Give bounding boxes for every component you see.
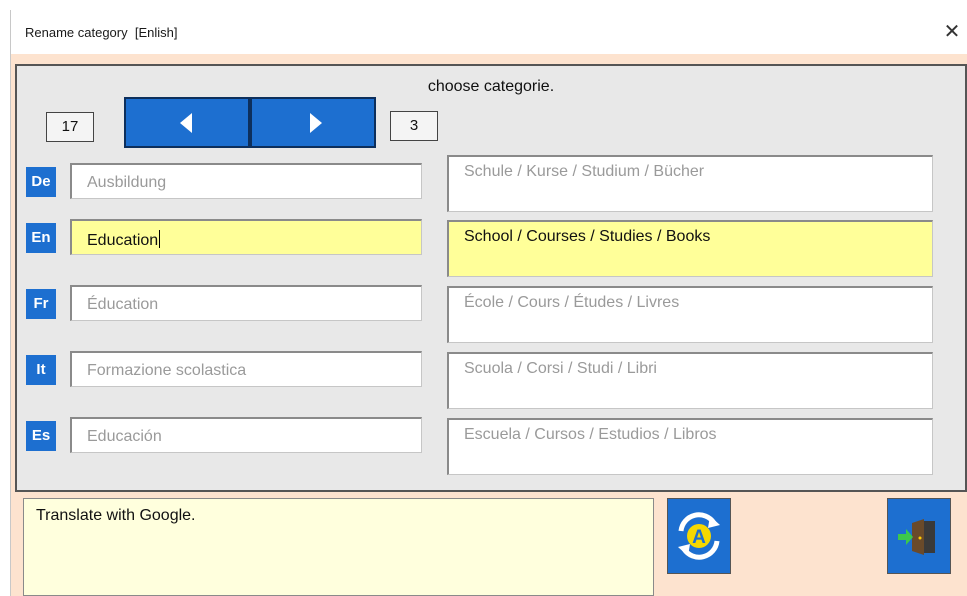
lang-label-es: Es: [26, 421, 56, 451]
status-message-box: Translate with Google.: [23, 498, 654, 596]
description-field-it[interactable]: Scuola / Corsi / Studi / Libri: [447, 352, 933, 409]
translate-google-button[interactable]: A: [667, 498, 731, 574]
lang-label-de: De: [26, 167, 56, 197]
close-button[interactable]: ✕: [937, 18, 967, 46]
name-field-fr[interactable]: Éducation: [70, 285, 422, 321]
previous-category-button[interactable]: [124, 97, 250, 148]
description-field-es[interactable]: Escuela / Cursos / Estudios / Libros: [447, 418, 933, 475]
title-bar: Rename category [Enlish] ✕: [11, 10, 967, 54]
window-title: Rename category [Enlish]: [25, 25, 178, 40]
google-translate-icon: A: [678, 512, 720, 560]
close-icon: ✕: [943, 21, 961, 43]
name-field-es[interactable]: Educación: [70, 417, 422, 453]
name-field-en[interactable]: Education: [70, 219, 422, 255]
exit-door-icon: [898, 519, 935, 555]
description-field-en[interactable]: School / Courses / Studies / Books: [447, 220, 933, 277]
name-field-it[interactable]: Formazione scolastica: [70, 351, 422, 387]
description-field-fr[interactable]: École / Cours / Études / Livres: [447, 286, 933, 343]
rename-category-dialog: Rename category [Enlish] ✕ choose catego…: [10, 10, 967, 596]
lang-label-en: En: [26, 223, 56, 253]
panel-heading: choose categorie.: [427, 78, 555, 95]
current-category-index-box: 3: [390, 111, 438, 141]
arrow-left-icon: [180, 113, 192, 133]
category-count-box: 17: [46, 112, 94, 142]
text-cursor: [159, 230, 161, 248]
category-panel: choose categorie. 17 3 De Ausbildung Sch…: [15, 64, 967, 492]
lang-label-it: It: [26, 355, 56, 385]
exit-button[interactable]: [887, 498, 951, 574]
svg-text:A: A: [692, 527, 706, 548]
name-field-de[interactable]: Ausbildung: [70, 163, 422, 199]
next-category-button[interactable]: [250, 97, 376, 148]
description-field-de[interactable]: Schule / Kurse / Studium / Bücher: [447, 155, 933, 212]
lang-label-fr: Fr: [26, 289, 56, 319]
arrow-right-icon: [310, 113, 322, 133]
